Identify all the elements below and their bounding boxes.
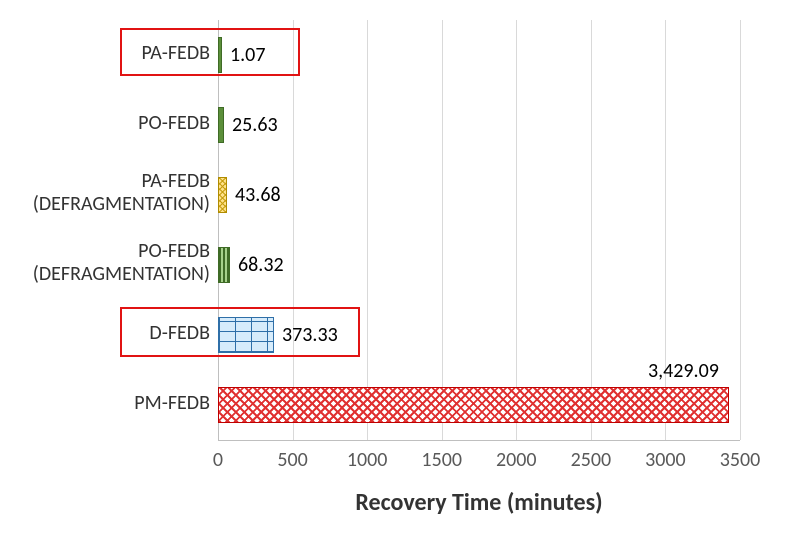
category-label: PA-FEDB (10, 42, 210, 65)
gridline (740, 20, 741, 440)
plot-area: 1.07 25.63 43.68 68.32 373.33 3,429.09 (218, 20, 740, 440)
bar-d-fedb (218, 317, 274, 353)
x-tick-label: 0 (213, 448, 223, 472)
x-axis-title: Recovery Time (minutes) (218, 488, 740, 517)
bar-value-label: 43.68 (235, 183, 281, 207)
category-label-text: D-FEDB (149, 321, 210, 345)
category-label: PA-FEDB (DEFRAGMENTATION) (10, 170, 210, 216)
gridline (367, 20, 368, 440)
bar-pa-fedb (218, 37, 222, 73)
category-label-text: (DEFRAGMENTATION) (33, 262, 210, 286)
bar-value-label: 1.07 (230, 43, 265, 67)
bar-po-fedb (218, 107, 224, 143)
gridline (442, 20, 443, 440)
gridline (516, 20, 517, 440)
category-label-text: (DEFRAGMENTATION) (33, 192, 210, 216)
gridline (293, 20, 294, 440)
bar-value-label: 25.63 (232, 113, 278, 137)
x-tick-label: 2500 (571, 448, 612, 472)
bar-po-fedb-defrag (218, 247, 230, 283)
category-label: PO-FEDB (DEFRAGMENTATION) (10, 240, 210, 286)
y-axis-line (218, 20, 219, 440)
category-label-text: PO-FEDB (138, 239, 210, 263)
x-tick-label: 2000 (496, 448, 537, 472)
category-label-text: PM-FEDB (134, 391, 210, 415)
category-label-text: PA-FEDB (141, 169, 210, 193)
bar-pa-fedb-defrag (218, 177, 227, 213)
x-tick-label: 1000 (347, 448, 388, 472)
category-label: PO-FEDB (10, 112, 210, 135)
bar-value-label: 373.33 (282, 323, 338, 347)
x-tick-label: 3000 (645, 448, 686, 472)
chart-container: 1.07 25.63 43.68 68.32 373.33 3,429.09 (0, 0, 794, 548)
category-label: D-FEDB (10, 322, 210, 345)
category-label-text: PO-FEDB (138, 111, 210, 135)
x-tick-label: 3500 (720, 448, 761, 472)
category-label: PM-FEDB (10, 392, 210, 415)
gridline (591, 20, 592, 440)
x-tick-label: 500 (277, 448, 307, 472)
bar-pm-fedb (218, 387, 729, 423)
x-axis-line (218, 440, 740, 441)
category-label-text: PA-FEDB (141, 41, 210, 65)
bar-value-label: 3,429.09 (648, 359, 719, 383)
x-tick-label: 1500 (421, 448, 462, 472)
bar-value-label: 68.32 (238, 253, 284, 277)
